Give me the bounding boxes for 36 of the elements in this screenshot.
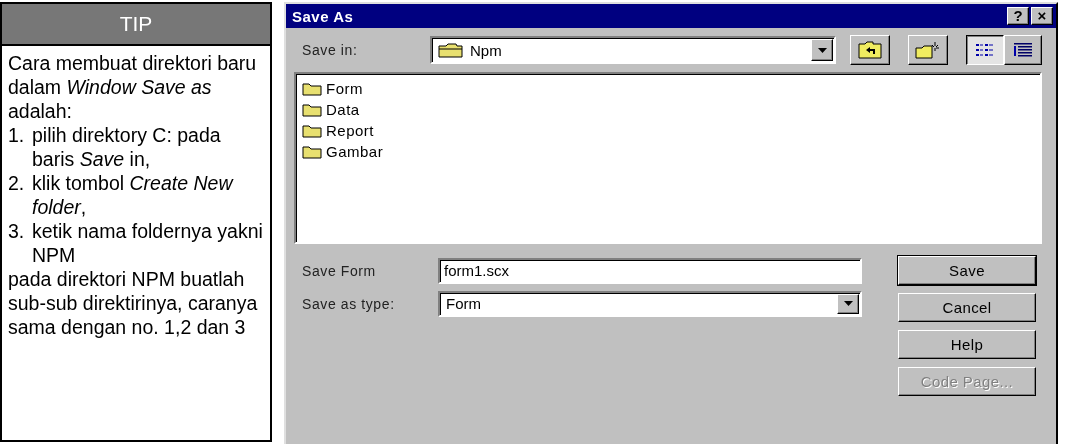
save-in-label: Save in: xyxy=(302,42,359,58)
folder-icon xyxy=(302,144,322,159)
new-folder-button[interactable] xyxy=(908,35,948,65)
step-number: 1. xyxy=(8,123,26,148)
folder-icon xyxy=(302,102,322,117)
folder-name[interactable]: Report xyxy=(326,122,375,139)
folder-icon xyxy=(438,42,464,58)
tip-paragraph: Cara membuat direktori baru dalam Window Save as adalah: xyxy=(8,51,258,123)
list-view-button[interactable] xyxy=(966,35,1004,65)
new-folder-icon xyxy=(915,41,941,59)
save-in-dropdown[interactable]: Npm xyxy=(430,36,836,64)
folder-name[interactable]: Data xyxy=(326,101,360,118)
file-name-field[interactable]: form1.scx xyxy=(438,257,862,284)
title-bar-button[interactable]: ? xyxy=(1007,7,1029,25)
step-text: ketik nama foldernya yakni NPM xyxy=(32,219,264,267)
dialog-button[interactable]: Help xyxy=(898,330,1036,359)
step-number: 3. xyxy=(8,219,26,244)
folder-icon xyxy=(302,123,322,138)
folder-name[interactable]: Gambar xyxy=(326,143,384,160)
file-type-dropdown[interactable]: Form xyxy=(438,290,862,317)
details-view-icon xyxy=(1013,43,1033,57)
step-number: 2. xyxy=(8,171,26,196)
tip-header: TIP xyxy=(2,2,270,46)
list-view-icon xyxy=(975,43,995,57)
title-bar-button[interactable]: × xyxy=(1031,7,1053,25)
folder-icon xyxy=(302,81,322,96)
up-folder-button[interactable] xyxy=(850,35,890,65)
window-title: Save As xyxy=(292,7,355,25)
up-folder-icon xyxy=(858,41,882,59)
folder-name[interactable]: Form xyxy=(326,80,363,97)
dialog-button[interactable]: Cancel xyxy=(898,293,1036,322)
tip-paragraph: pada direktori NPM buatlah sub-sub direktirinya, caranya sama dengan no. 1,2 dan 3 xyxy=(8,267,259,339)
file-type-label: Save as type: xyxy=(302,295,396,312)
dialog-button[interactable]: Save xyxy=(898,256,1036,285)
file-name-label: Save Form xyxy=(302,262,377,279)
details-view-button[interactable] xyxy=(1004,35,1042,65)
